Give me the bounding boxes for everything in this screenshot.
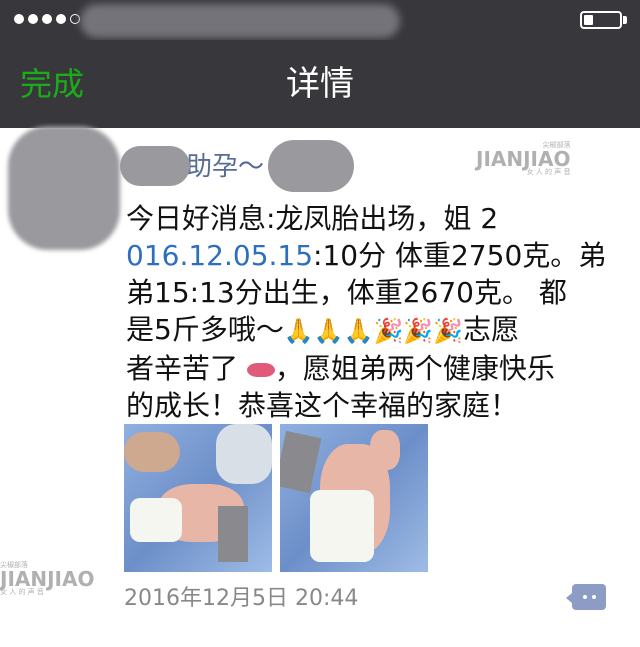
post-photo-1[interactable] — [124, 424, 272, 572]
redacted-carrier — [80, 4, 400, 38]
battery-icon — [580, 11, 622, 29]
signal-strength-icon — [14, 14, 80, 24]
username[interactable]: 助孕～ — [186, 150, 264, 184]
avatar[interactable] — [8, 126, 120, 250]
post-text-line: 016.12.05.15:10分 体重2750克。弟 — [126, 239, 607, 272]
post-text-line: 今日好消息:龙凤胎出场，姐 2 — [126, 202, 499, 235]
post-text-line: 弟15:13分出生，体重2670克。 都 — [126, 276, 567, 309]
comment-icon[interactable] — [566, 584, 606, 610]
post-timestamp: 2016年12月5日 20:44 — [124, 586, 359, 611]
date-link[interactable]: 016.12.05.15 — [126, 239, 313, 272]
post-photo-2[interactable] — [280, 424, 428, 572]
pray-party-emoji-icon: 🙏🙏🙏🎉🎉🎉 — [283, 317, 464, 345]
nav-bar: 完成 详情 — [0, 40, 640, 128]
watermark-logo: 尖椒部落 JIANJIAO 女 人 的 声 音 — [476, 141, 571, 176]
watermark-logo: 尖椒部落 JIANJIAO 女 人 的 声 音 — [0, 561, 95, 596]
page-title: 详情 — [286, 64, 354, 104]
post-content: 今日好消息:龙凤胎出场，姐 2 016.12.05.15:10分 体重2750克… — [126, 200, 610, 424]
post-text-line: 是5斤多哦～🙏🙏🙏🎉🎉🎉志愿 — [126, 311, 610, 350]
post-text-line: 的成长！恭喜这个幸福的家庭！ — [126, 389, 519, 422]
battery-tip — [623, 16, 627, 24]
redacted-name-part — [120, 146, 190, 186]
status-bar — [0, 0, 640, 40]
lips-emoji-icon — [246, 363, 275, 377]
post-text-line: 者辛苦了 ，愿姐弟两个健康快乐 — [126, 352, 555, 385]
redacted-name-part — [268, 140, 354, 192]
